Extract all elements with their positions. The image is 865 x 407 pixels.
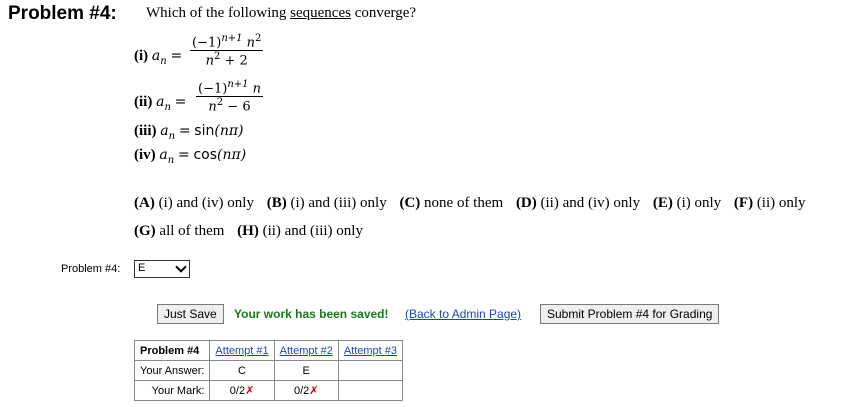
fraction-ii: (−1)n+1 n n2 − 6 — [196, 79, 264, 115]
choice-a: (A) (i) and (iv) only — [134, 195, 254, 211]
item-ii: (ii) an = — [134, 94, 186, 113]
table-row: Your Answer: C E — [133, 360, 404, 381]
fraction-i: (−1)n+1 n2 n2 + 2 — [190, 33, 264, 69]
table-row: Your Mark: 0/2✗ 0/2✗ — [133, 380, 404, 401]
question-text: Which of the following sequences converg… — [146, 5, 416, 22]
wrong-x-icon: ✗ — [245, 385, 255, 397]
your-mark-label: Your Mark: — [133, 380, 211, 401]
item-iv: (iv) an = cos(nπ) — [134, 147, 246, 166]
attempt-3-answer — [337, 360, 404, 381]
choice-e: (E) (i) only — [652, 195, 722, 211]
answer-dropdown[interactable]: E — [134, 260, 190, 278]
item-fn: cos — [193, 147, 218, 163]
problem-heading: Problem #4: — [8, 3, 117, 24]
attempt-1-link[interactable]: Attempt #1 — [209, 340, 275, 361]
just-save-button[interactable]: Just Save — [157, 304, 224, 324]
saved-message: Your work has been saved! — [234, 307, 389, 321]
item-var: an — [160, 123, 176, 142]
attempt-3-mark — [337, 380, 404, 401]
item-eq: = — [178, 123, 191, 139]
attempts-table: Problem #4 Attempt #1 Attempt #2 Attempt… — [133, 340, 404, 401]
item-eq: = — [170, 48, 183, 64]
choice-f: (F) (ii) only — [733, 195, 806, 211]
attempt-3-link[interactable]: Attempt #3 — [337, 340, 404, 361]
item-arg: (nπ) — [217, 147, 247, 163]
choices-line-1: (A) (i) and (iv) only (B) (i) and (iii) … — [134, 195, 815, 212]
item-fn: sin — [194, 123, 215, 139]
chevron-down-icon — [175, 261, 187, 273]
table-header-problem: Problem #4 — [133, 340, 211, 361]
choice-d: (D) (ii) and (iv) only — [515, 195, 641, 211]
answer-selected-value: E — [138, 262, 146, 274]
answer-label: Problem #4: — [61, 263, 121, 275]
back-to-admin-link[interactable]: (Back to Admin Page) — [405, 307, 521, 321]
choice-h: (H) (ii) and (iii) only — [237, 223, 363, 239]
question-after: converge? — [354, 5, 417, 21]
attempt-1-mark: 0/2✗ — [209, 380, 275, 401]
item-var: an — [159, 147, 175, 166]
table-row: Problem #4 Attempt #1 Attempt #2 Attempt… — [133, 340, 404, 361]
item-label: (iii) — [134, 123, 157, 139]
your-answer-label: Your Answer: — [133, 360, 211, 381]
item-label: (ii) — [134, 94, 153, 110]
choice-b: (B) (i) and (iii) only — [266, 195, 387, 211]
item-var: an — [151, 48, 167, 67]
item-eq: = — [174, 94, 187, 110]
attempt-2-link[interactable]: Attempt #2 — [273, 340, 339, 361]
question-underlined: sequences — [290, 5, 351, 21]
wrong-x-icon: ✗ — [309, 385, 319, 397]
submit-for-grading-button[interactable]: Submit Problem #4 for Grading — [540, 304, 720, 324]
item-var: an — [156, 94, 171, 113]
choice-g: (G) all of them — [134, 223, 225, 239]
item-iii: (iii) an = sin(nπ) — [134, 123, 244, 142]
item-label: (iv) — [134, 147, 156, 163]
item-eq: = — [177, 147, 190, 163]
attempt-1-answer: C — [209, 360, 275, 381]
attempt-2-answer: E — [273, 360, 339, 381]
item-arg: (nπ) — [214, 123, 244, 139]
question-before: Which of the following — [146, 5, 287, 21]
item-i: (i) an = — [134, 48, 182, 67]
choice-c: (C) none of them — [399, 195, 504, 211]
item-label: (i) — [134, 48, 149, 64]
choices-line-2: (G) all of them (H) (ii) and (iii) only — [134, 223, 372, 240]
attempt-2-mark: 0/2✗ — [273, 380, 339, 401]
